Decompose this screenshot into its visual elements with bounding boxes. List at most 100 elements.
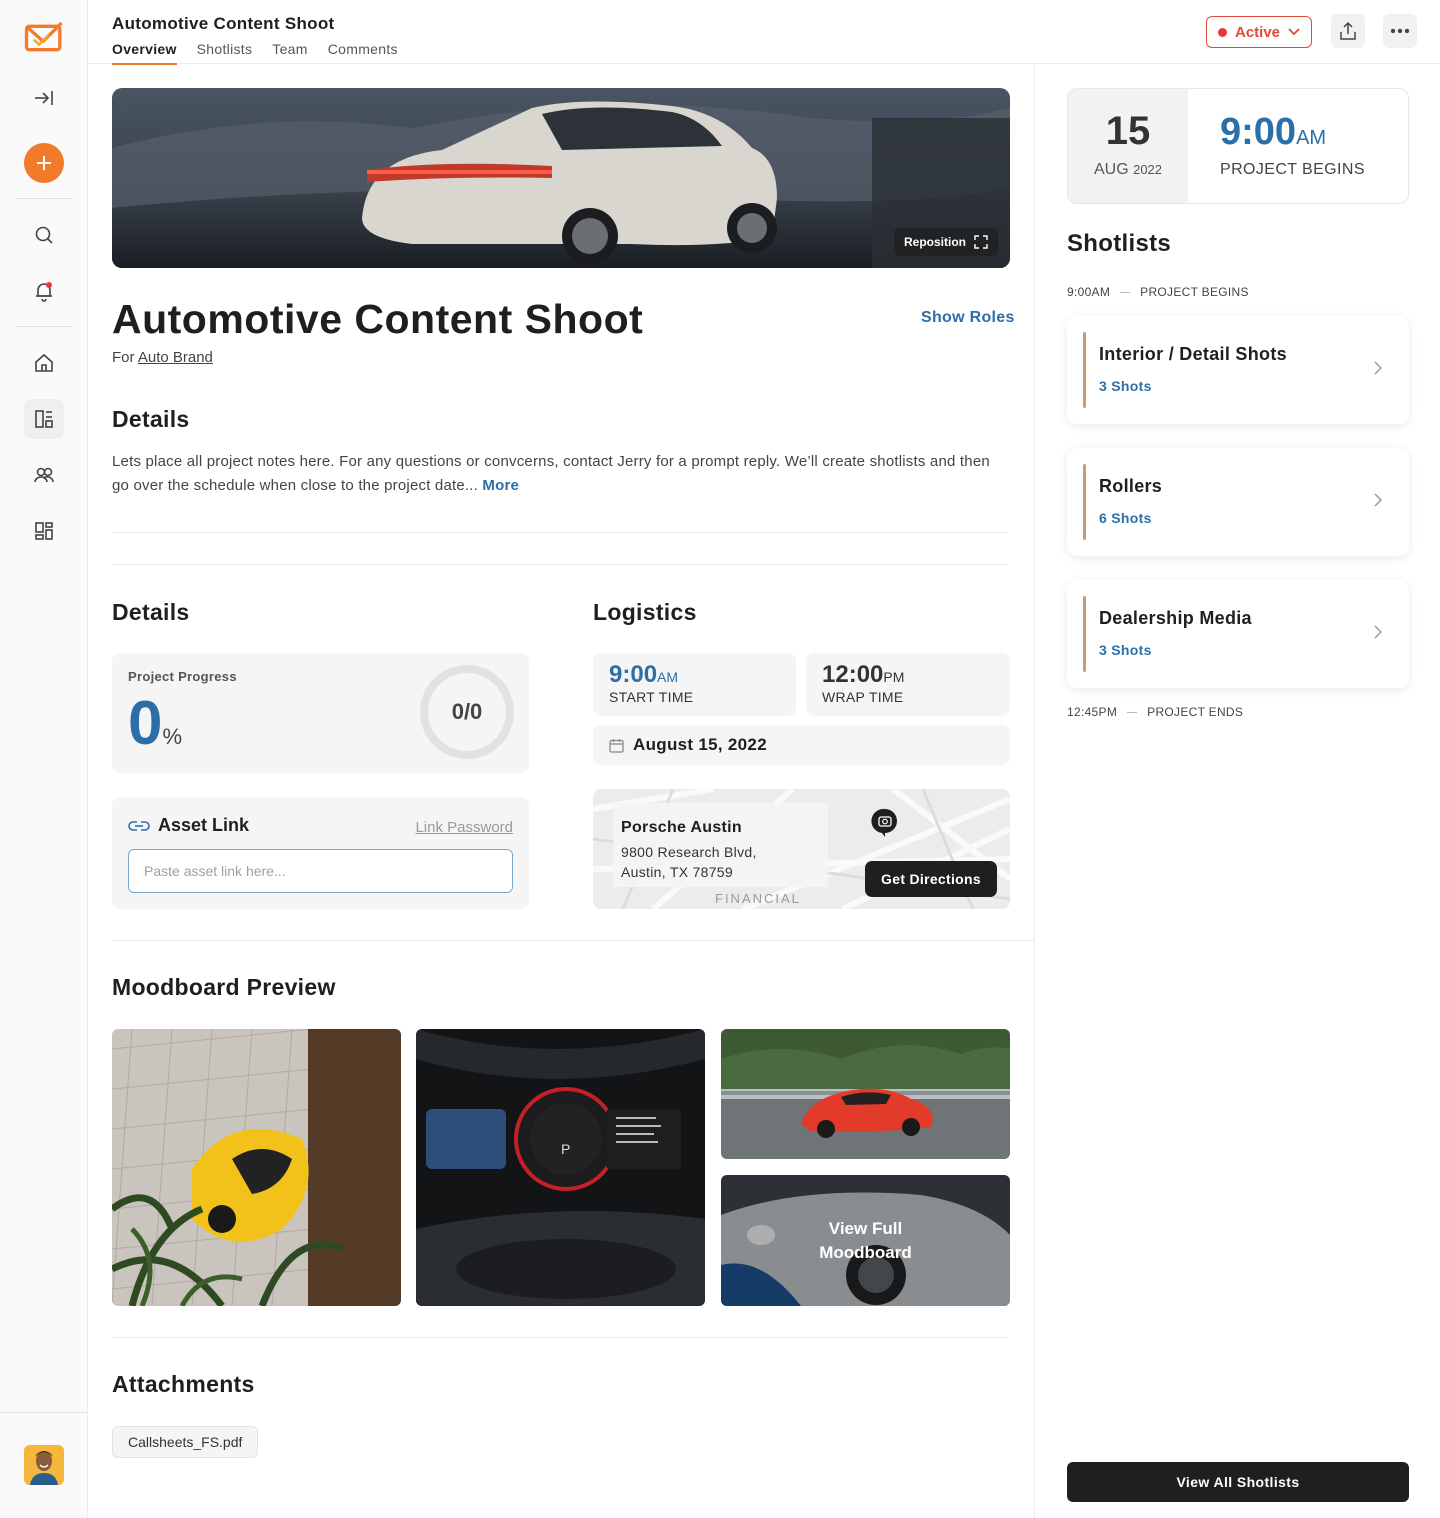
sidebar-divider: [16, 326, 72, 327]
progress-number: 0: [128, 689, 163, 758]
address-line-2: Austin, TX 78759: [621, 864, 733, 880]
show-roles-button[interactable]: Show Roles: [921, 309, 1015, 327]
progress-label: Project Progress: [128, 669, 237, 684]
bell-icon[interactable]: [24, 271, 64, 311]
timeline-end-time: 12:45PM: [1067, 705, 1118, 719]
hero-image: Reposition: [112, 88, 1010, 268]
attachments-heading: Attachments: [112, 1371, 255, 1397]
wrap-time: 12:00PM: [822, 661, 904, 689]
date-day: 15: [1105, 109, 1151, 153]
location-address: 9800 Research Blvd, Austin, TX 78759: [621, 842, 757, 882]
view-all-shotlists-button[interactable]: View All Shotlists: [1067, 1462, 1409, 1502]
shotlist-card[interactable]: Interior / Detail Shots 3 Shots: [1067, 316, 1409, 424]
get-directions-button[interactable]: Get Directions: [865, 861, 997, 897]
home-icon[interactable]: [24, 343, 64, 383]
start-time-value: 9:00: [609, 661, 658, 688]
avatar[interactable]: [24, 1445, 64, 1485]
asset-link-label: Asset Link: [158, 815, 250, 835]
collapse-icon[interactable]: [24, 78, 64, 118]
project-date: August 15, 2022: [633, 735, 767, 754]
start-ampm: AM: [657, 669, 679, 685]
logistics-heading: Logistics: [593, 599, 697, 625]
location-name: Porsche Austin: [621, 819, 742, 836]
project-date-card: 15 AUG 2022 9:00AM PROJECT BEGINS: [1067, 88, 1409, 204]
shotlist-count: 3 Shots: [1099, 642, 1152, 658]
logo-icon[interactable]: [24, 18, 64, 58]
schedule-panel: 15 AUG 2022 9:00AM PROJECT BEGINS Shotli…: [1034, 64, 1440, 1518]
more-icon: [1390, 28, 1410, 34]
timeline-dash: [1127, 711, 1138, 713]
shotlists-heading: Shotlists: [1067, 230, 1172, 257]
asset-link-input[interactable]: [128, 849, 513, 893]
hero-car-image: [112, 88, 1010, 268]
attachment-chip[interactable]: Callsheets_FS.pdf: [112, 1426, 259, 1458]
moodboard-heading: Moodboard Preview: [112, 974, 336, 1000]
sidebar-divider: [0, 1412, 88, 1413]
status-dot-icon: [1217, 27, 1227, 37]
project-title: Automotive Content Shoot: [112, 296, 644, 342]
view-full-line-2: Moodboard: [819, 1242, 912, 1262]
grid-icon[interactable]: [24, 511, 64, 551]
more-button[interactable]: [1383, 14, 1417, 48]
dashboard-icon[interactable]: [24, 399, 64, 439]
divider: [112, 940, 1034, 941]
more-link[interactable]: More: [482, 477, 519, 494]
moodboard-image-3[interactable]: [721, 1029, 1010, 1159]
project-client: For Auto Brand: [112, 349, 213, 366]
divider: [112, 564, 1008, 565]
tab-comments[interactable]: Comments: [328, 41, 398, 65]
view-full-moodboard[interactable]: View Full Moodboard: [721, 1175, 1010, 1306]
chevron-right-icon: [1374, 493, 1383, 507]
status-label: Active: [1234, 23, 1281, 41]
shotlist-card[interactable]: Dealership Media 3 Shots: [1067, 580, 1409, 688]
begin-time: 9:00AM: [1220, 111, 1326, 154]
location-map[interactable]: FINANCIAL Porsche Austin 9800 Research B…: [593, 789, 1010, 909]
share-button[interactable]: [1331, 14, 1365, 48]
shotlist-card[interactable]: Rollers 6 Shots: [1067, 448, 1409, 556]
date-year: 2022: [1133, 162, 1163, 177]
date-month: AUG: [1093, 161, 1129, 178]
progress-ring: 0/0: [420, 665, 514, 759]
add-button[interactable]: [24, 143, 64, 183]
status-dropdown[interactable]: Active: [1206, 16, 1312, 48]
address-line-1: 9800 Research Blvd,: [621, 844, 757, 860]
notes-heading: Details: [112, 406, 190, 432]
shotlist-accent-bar: [1083, 464, 1086, 540]
moodboard-image-2[interactable]: P: [416, 1029, 705, 1306]
divider: [112, 532, 1008, 533]
view-full-overlay: View Full Moodboard: [721, 1175, 1010, 1306]
begin-time-value: 9:00: [1220, 111, 1297, 153]
search-icon[interactable]: [24, 215, 64, 255]
timeline-start: 9:00AM PROJECT BEGINS: [1067, 285, 1249, 299]
shotlist-accent-bar: [1083, 596, 1086, 672]
reposition-label: Reposition: [904, 235, 966, 249]
view-full-line-1: View Full: [828, 1218, 903, 1238]
client-prefix: For: [112, 349, 135, 366]
tab-shotlists[interactable]: Shotlists: [197, 41, 253, 65]
chevron-right-icon: [1374, 361, 1383, 375]
shotlist-accent-bar: [1083, 332, 1086, 408]
date-field[interactable]: August 15, 2022: [593, 725, 1010, 765]
progress-unit: %: [162, 724, 183, 749]
sidebar-divider: [16, 198, 72, 199]
wrap-time-label: WRAP TIME: [822, 689, 904, 705]
details-heading: Details: [112, 599, 190, 625]
tab-overview[interactable]: Overview: [112, 41, 177, 65]
start-time-label: START TIME: [609, 689, 694, 705]
chevron-down-icon: [1288, 28, 1300, 36]
tab-team[interactable]: Team: [272, 41, 307, 65]
notes-text: Lets place all project notes here. For a…: [112, 453, 990, 494]
progress-card: Project Progress 0% 0/0: [112, 653, 529, 773]
link-password-button[interactable]: Link Password: [415, 819, 513, 836]
client-link[interactable]: Auto Brand: [138, 349, 213, 366]
begin-ampm: AM: [1296, 127, 1327, 149]
timeline-end: 12:45PM PROJECT ENDS: [1067, 705, 1243, 719]
team-icon[interactable]: [24, 455, 64, 495]
reposition-button[interactable]: Reposition: [894, 228, 998, 256]
tab-bar: Overview Shotlists Team Comments: [112, 41, 398, 65]
link-icon: [128, 820, 150, 831]
top-header: Automotive Content Shoot Overview Shotli…: [88, 0, 1440, 65]
shotlist-name: Rollers: [1099, 476, 1163, 496]
date-month-year: AUG 2022: [1068, 161, 1188, 179]
moodboard-image-1[interactable]: [112, 1029, 401, 1306]
